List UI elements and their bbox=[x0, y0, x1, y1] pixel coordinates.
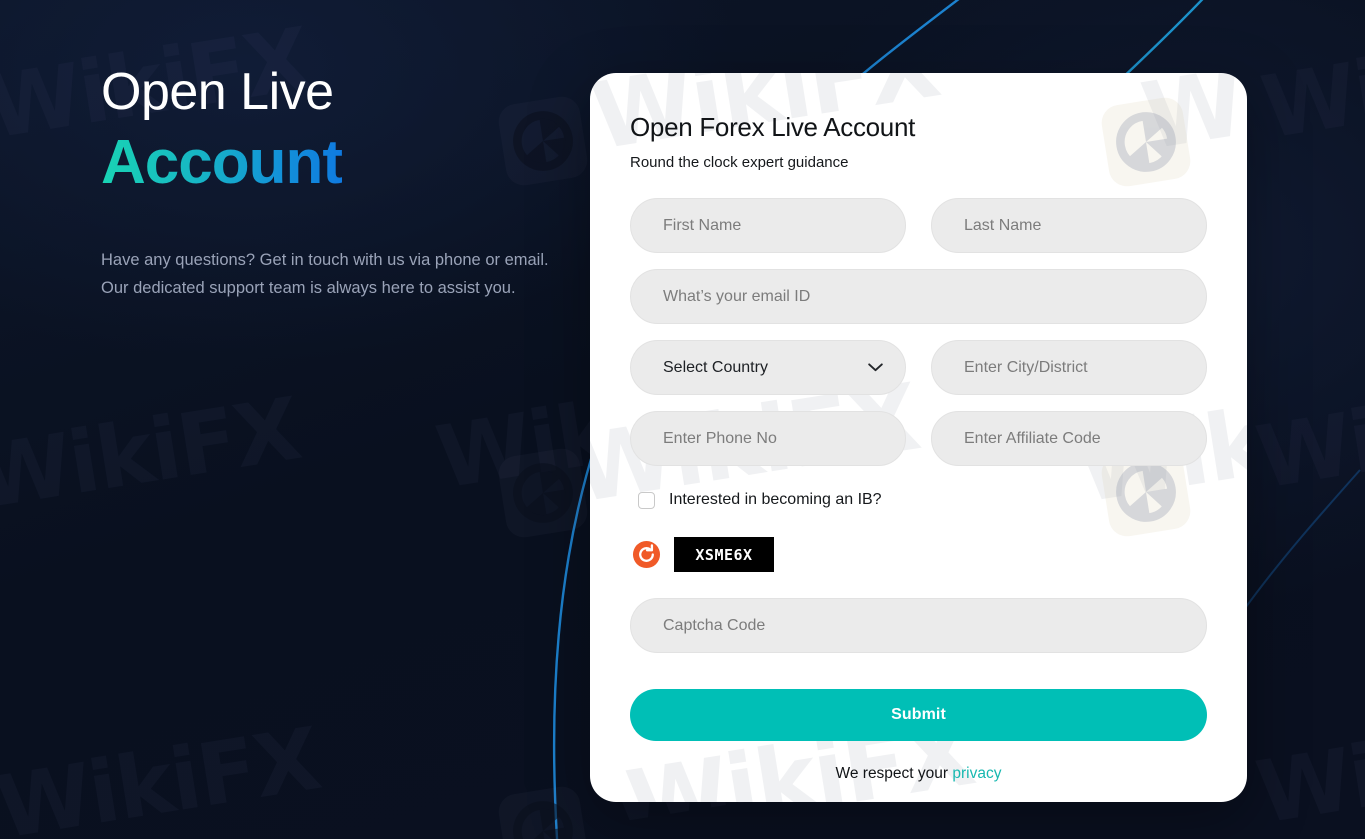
city-input[interactable] bbox=[931, 340, 1207, 395]
privacy-note-text: We respect your bbox=[835, 765, 953, 782]
card-subtitle: Round the clock expert guidance bbox=[630, 154, 849, 171]
wikifx-logo-icon bbox=[496, 784, 590, 839]
card-title: Open Forex Live Account bbox=[630, 112, 916, 142]
privacy-note: We respect your privacy bbox=[630, 765, 1207, 783]
last-name-field-wrapper bbox=[931, 198, 1207, 253]
country-field-wrapper: Select Country bbox=[630, 340, 906, 395]
phone-field-wrapper bbox=[630, 411, 906, 466]
contact-row bbox=[630, 411, 1207, 466]
refresh-icon[interactable] bbox=[632, 540, 661, 569]
captcha-image: XSME6X bbox=[674, 537, 774, 572]
background-watermark-text: WikiFX bbox=[1250, 694, 1365, 839]
affiliate-code-input[interactable] bbox=[931, 411, 1207, 466]
registration-form: Select Country bbox=[630, 198, 1207, 783]
first-name-input[interactable] bbox=[630, 198, 906, 253]
hero-description: Have any questions? Get in touch with us… bbox=[101, 251, 549, 298]
first-name-field-wrapper bbox=[630, 198, 906, 253]
email-input[interactable] bbox=[630, 269, 1207, 324]
hero-title-line1: Open Live bbox=[101, 63, 334, 121]
chevron-down-icon bbox=[868, 359, 883, 377]
affiliate-field-wrapper bbox=[931, 411, 1207, 466]
privacy-link[interactable]: privacy bbox=[952, 765, 1001, 782]
background-watermark-text: WikiFX bbox=[0, 709, 326, 839]
captcha-input[interactable] bbox=[630, 598, 1207, 653]
hero-section: Open Live Account Have any questions? Ge… bbox=[101, 66, 581, 303]
email-row bbox=[630, 269, 1207, 324]
location-row: Select Country bbox=[630, 340, 1207, 395]
city-field-wrapper bbox=[931, 340, 1207, 395]
ib-checkbox-label: Interested in becoming an IB? bbox=[669, 491, 882, 508]
phone-input[interactable] bbox=[630, 411, 906, 466]
hero-title-line2: Account bbox=[101, 128, 343, 197]
submit-button[interactable]: Submit bbox=[630, 689, 1207, 741]
captcha-input-row bbox=[630, 598, 1207, 653]
name-row bbox=[630, 198, 1207, 253]
background-watermark-text: WikiFX bbox=[1250, 359, 1365, 509]
captcha-field-wrapper bbox=[630, 598, 1207, 653]
background-watermark-text: WikiFX bbox=[0, 379, 306, 529]
captcha-row: XSME6X bbox=[630, 537, 1207, 572]
wikifx-logo-icon bbox=[496, 446, 590, 540]
signup-form-card: WikiFX WikiFX WikiFX WikiFX WikiFX Open … bbox=[590, 73, 1247, 802]
page-background: WikiFX WikiFX WikiFX WikiFX WikiFX WikiF… bbox=[0, 0, 1365, 839]
last-name-input[interactable] bbox=[931, 198, 1207, 253]
country-select[interactable]: Select Country bbox=[630, 340, 906, 395]
ib-checkbox-row: Interested in becoming an IB? bbox=[630, 491, 1207, 509]
email-field-wrapper bbox=[630, 269, 1207, 324]
ib-checkbox[interactable] bbox=[638, 491, 655, 509]
background-watermark-text: WikiFX bbox=[1255, 9, 1365, 159]
country-select-value: Select Country bbox=[663, 358, 768, 376]
